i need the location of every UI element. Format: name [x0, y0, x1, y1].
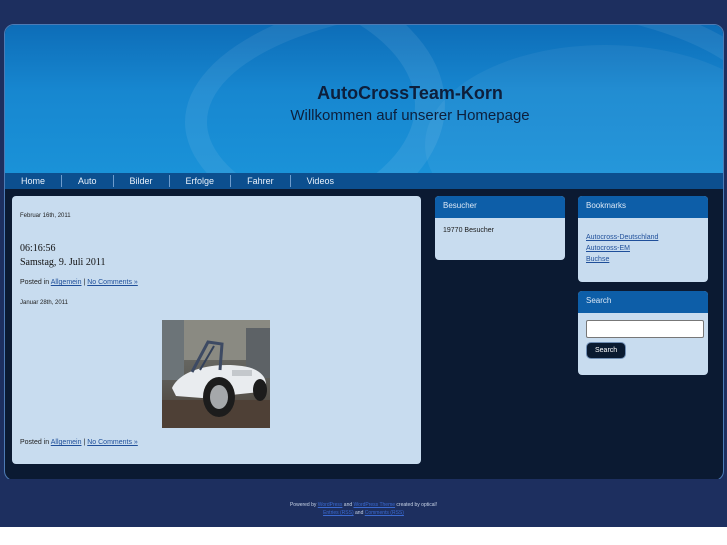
search-widget: Search Search [578, 291, 708, 375]
site-title[interactable]: AutoCrossTeam-Korn [5, 83, 723, 104]
besucher-widget: Besucher 19770 Besucher [435, 196, 565, 260]
bookmark-link[interactable]: Autocross-EM [586, 243, 700, 254]
post-date: Januar 28th, 2011 [20, 300, 68, 306]
post-day: Samstag, 9. Juli 2011 [20, 257, 106, 268]
nav-home[interactable]: Home [5, 175, 63, 187]
nav-videos[interactable]: Videos [291, 175, 350, 187]
bookmark-link[interactable]: Buchse [586, 254, 700, 265]
category-link[interactable]: Allgemein [51, 439, 82, 446]
widget-title: Bookmarks [578, 196, 708, 218]
main-nav: Home Auto Bilder Erfolge Fahrer Videos [5, 173, 723, 189]
theme-link[interactable]: WordPress Theme [354, 502, 396, 508]
nav-fahrer[interactable]: Fahrer [231, 175, 291, 187]
post-meta: Posted in Allgemein | No Comments » [20, 439, 138, 446]
bookmarks-widget: Bookmarks Autocross-Deutschland Autocros… [578, 196, 708, 282]
visitor-count: 19770 Besucher [443, 227, 494, 234]
entries-rss-link[interactable]: Entries (RSS) [323, 510, 354, 516]
nav-bilder[interactable]: Bilder [114, 175, 170, 187]
page-frame: AutoCrossTeam-Korn Willkommen auf unsere… [4, 24, 724, 481]
post-time: 06:16:56 [20, 243, 56, 254]
widget-title: Search [578, 291, 708, 313]
car-photo-image [162, 320, 270, 428]
search-button[interactable]: Search [586, 342, 627, 359]
widget-title: Besucher [435, 196, 565, 218]
site-subtitle: Willkommen auf unserer Homepage [290, 107, 530, 124]
search-input[interactable] [586, 320, 704, 338]
car-photo[interactable] [162, 320, 270, 428]
comments-link[interactable]: No Comments » [87, 439, 138, 446]
nav-erfolge[interactable]: Erfolge [170, 175, 232, 187]
footer-line-2: Entries (RSS) and Comments (RSS) [323, 510, 404, 516]
wordpress-link[interactable]: WordPress [318, 502, 343, 508]
comments-rss-link[interactable]: Comments (RSS) [365, 510, 404, 516]
post-meta: Posted in Allgemein | No Comments » [20, 279, 138, 286]
post-date: Februar 16th, 2011 [20, 213, 71, 219]
footer-line-1: Powered by WordPress and WordPress Theme… [289, 502, 438, 508]
bookmark-link[interactable]: Autocross-Deutschland [586, 232, 700, 243]
comments-link[interactable]: No Comments » [87, 279, 138, 286]
nav-auto[interactable]: Auto [62, 175, 114, 187]
site-header: AutoCrossTeam-Korn Willkommen auf unsere… [5, 25, 723, 173]
main-content: Februar 16th, 2011 06:16:56 Samstag, 9. … [12, 196, 421, 464]
category-link[interactable]: Allgemein [51, 279, 82, 286]
